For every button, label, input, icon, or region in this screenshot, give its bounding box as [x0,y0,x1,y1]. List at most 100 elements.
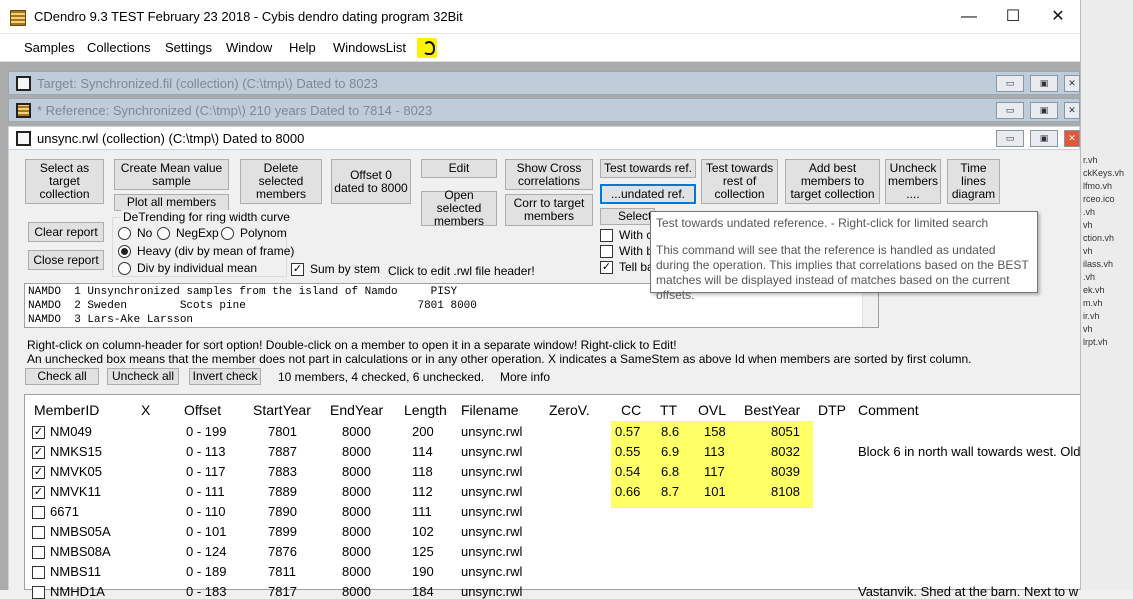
col-header-cc[interactable]: CC [621,402,641,418]
cell-endyear: 8000 [342,424,371,439]
select-button[interactable]: Select [600,208,655,225]
cell-startyear: 7876 [268,544,297,559]
col-header-filename[interactable]: Filename [461,402,519,418]
app-title: CDendro 9.3 TEST February 23 2018 - Cybi… [34,9,463,24]
cell-startyear: 7889 [268,484,297,499]
cell-bestyear: 8039 [771,464,800,479]
background-file-item: ek.vh [1083,285,1105,295]
edit-header-link[interactable]: Click to edit .rwl file header! [388,264,535,278]
active-window-title[interactable]: unsync.rwl (collection) (C:\tmp\) Dated … [8,126,1080,150]
window-minimize-button[interactable]: ▭ [996,130,1024,147]
test-rest-button[interactable]: Test towards rest of collection [701,159,778,204]
background-file-item: vh [1083,246,1093,256]
col-header-startyear[interactable]: StartYear [253,402,311,418]
col-header-memberid[interactable]: MemberID [34,402,99,418]
menu-help[interactable]: Help [289,40,316,55]
row-checkbox[interactable] [32,586,45,599]
window-close-button[interactable]: ✕ [1064,102,1080,119]
col-header-ovl[interactable]: OVL [698,402,726,418]
cell-length: 112 [412,484,433,499]
corr-target-button[interactable]: Corr to target members [505,194,593,226]
cell-startyear: 7811 [268,564,296,579]
reference-window-label: * Reference: Synchronized (C:\tmp\) 210 … [37,103,433,118]
edit-button[interactable]: Edit [421,159,497,178]
test-ref-button[interactable]: Test towards ref. [600,159,696,178]
menu-window[interactable]: Window [226,40,272,55]
col-header-length[interactable]: Length [404,402,447,418]
with-c-checkbox[interactable] [600,229,613,242]
time-lines-button[interactable]: Time lines diagram [947,159,1000,204]
check-all-button[interactable]: Check all [25,368,99,385]
col-header-tt[interactable]: TT [660,402,677,418]
target-window-label: Target: Synchronized.fil (collection) (C… [37,76,379,91]
row-checkbox[interactable] [32,526,45,539]
col-header-zerov[interactable]: ZeroV. [549,402,590,418]
maximize-button[interactable]: ☐ [990,0,1036,34]
radio-negexp[interactable] [157,227,170,240]
col-header-x[interactable]: X [141,402,150,418]
detrending-title: DeTrending for ring width curve [121,210,292,224]
select-target-button[interactable]: Select as target collection [25,159,104,204]
cell-length: 114 [412,444,433,459]
row-checkbox[interactable] [32,546,45,559]
col-header-endyear[interactable]: EndYear [330,402,383,418]
cell-ovl: 117 [704,464,725,479]
background-file-item: m.vh [1083,298,1103,308]
tell-ba-checkbox[interactable]: ✓ [600,261,613,274]
window-restore-button[interactable]: ▣ [1030,130,1058,147]
radio-no[interactable] [118,227,131,240]
cell-startyear: 7887 [268,444,297,459]
with-b-checkbox[interactable] [600,245,613,258]
col-header-dtp[interactable]: DTP [818,402,846,418]
offset0-button[interactable]: Offset 0 dated to 8000 [331,159,411,204]
row-checkbox[interactable]: ✓ [32,426,45,439]
row-checkbox[interactable] [32,566,45,579]
invert-check-button[interactable]: Invert check [189,368,261,385]
add-best-button[interactable]: Add best members to target collection [785,159,880,204]
row-checkbox[interactable]: ✓ [32,466,45,479]
row-checkbox[interactable]: ✓ [32,446,45,459]
uncheck-members-button[interactable]: Uncheck members .... [885,159,941,204]
row-checkbox[interactable]: ✓ [32,486,45,499]
cell-offset: 0 - 199 [186,424,227,439]
delete-selected-button[interactable]: Delete selected members [240,159,322,204]
tooltip: Test towards undated reference. - Right-… [650,211,1038,302]
window-minimize-button[interactable]: ▭ [996,102,1024,119]
minimize-button[interactable]: — [946,0,992,34]
window-close-button[interactable]: ✕ [1064,75,1080,92]
col-header-offset[interactable]: Offset [184,402,221,418]
window-restore-button[interactable]: ▣ [1030,75,1058,92]
create-mean-button[interactable]: Create Mean value sample [114,159,229,190]
sum-by-stem-checkbox[interactable]: ✓ [291,263,304,276]
radio-polynom[interactable] [221,227,234,240]
uncheck-all-button[interactable]: Uncheck all [107,368,179,385]
hint-line-1: Right-click on column-header for sort op… [27,338,677,352]
window-close-button[interactable]: ✕ [1064,130,1080,147]
open-selected-button[interactable]: Open selected members [421,189,497,228]
cell-length: 118 [412,464,433,479]
radio-div-individual[interactable] [118,262,131,275]
sun-icon[interactable] [417,38,437,58]
menu-collections[interactable]: Collections [87,40,151,55]
show-cross-button[interactable]: Show Cross correlations [505,159,593,190]
cell-filename: unsync.rwl [461,524,523,539]
window-icon [16,131,31,146]
plot-all-button[interactable]: Plot all members [114,194,229,211]
window-minimize-button[interactable]: ▭ [996,75,1024,92]
undated-ref-button[interactable]: ...undated ref. [600,184,696,204]
clear-report-button[interactable]: Clear report [28,222,104,242]
radio-heavy[interactable] [118,245,131,258]
col-header-comment[interactable]: Comment [858,402,919,418]
cell-memberid: NMHD1A [50,584,105,599]
col-header-bestyear[interactable]: BestYear [744,402,800,418]
row-checkbox[interactable] [32,506,45,519]
reference-window-title[interactable]: * Reference: Synchronized (C:\tmp\) 210 … [8,98,1080,122]
window-restore-button[interactable]: ▣ [1030,102,1058,119]
target-window-title[interactable]: Target: Synchronized.fil (collection) (C… [8,71,1080,95]
close-report-button[interactable]: Close report [28,250,104,270]
close-button[interactable]: ✕ [1035,0,1081,34]
menu-samples[interactable]: Samples [24,40,75,55]
menu-windowslist[interactable]: WindowsList [333,40,406,55]
more-info-link[interactable]: More info [500,370,550,384]
menu-settings[interactable]: Settings [165,40,212,55]
